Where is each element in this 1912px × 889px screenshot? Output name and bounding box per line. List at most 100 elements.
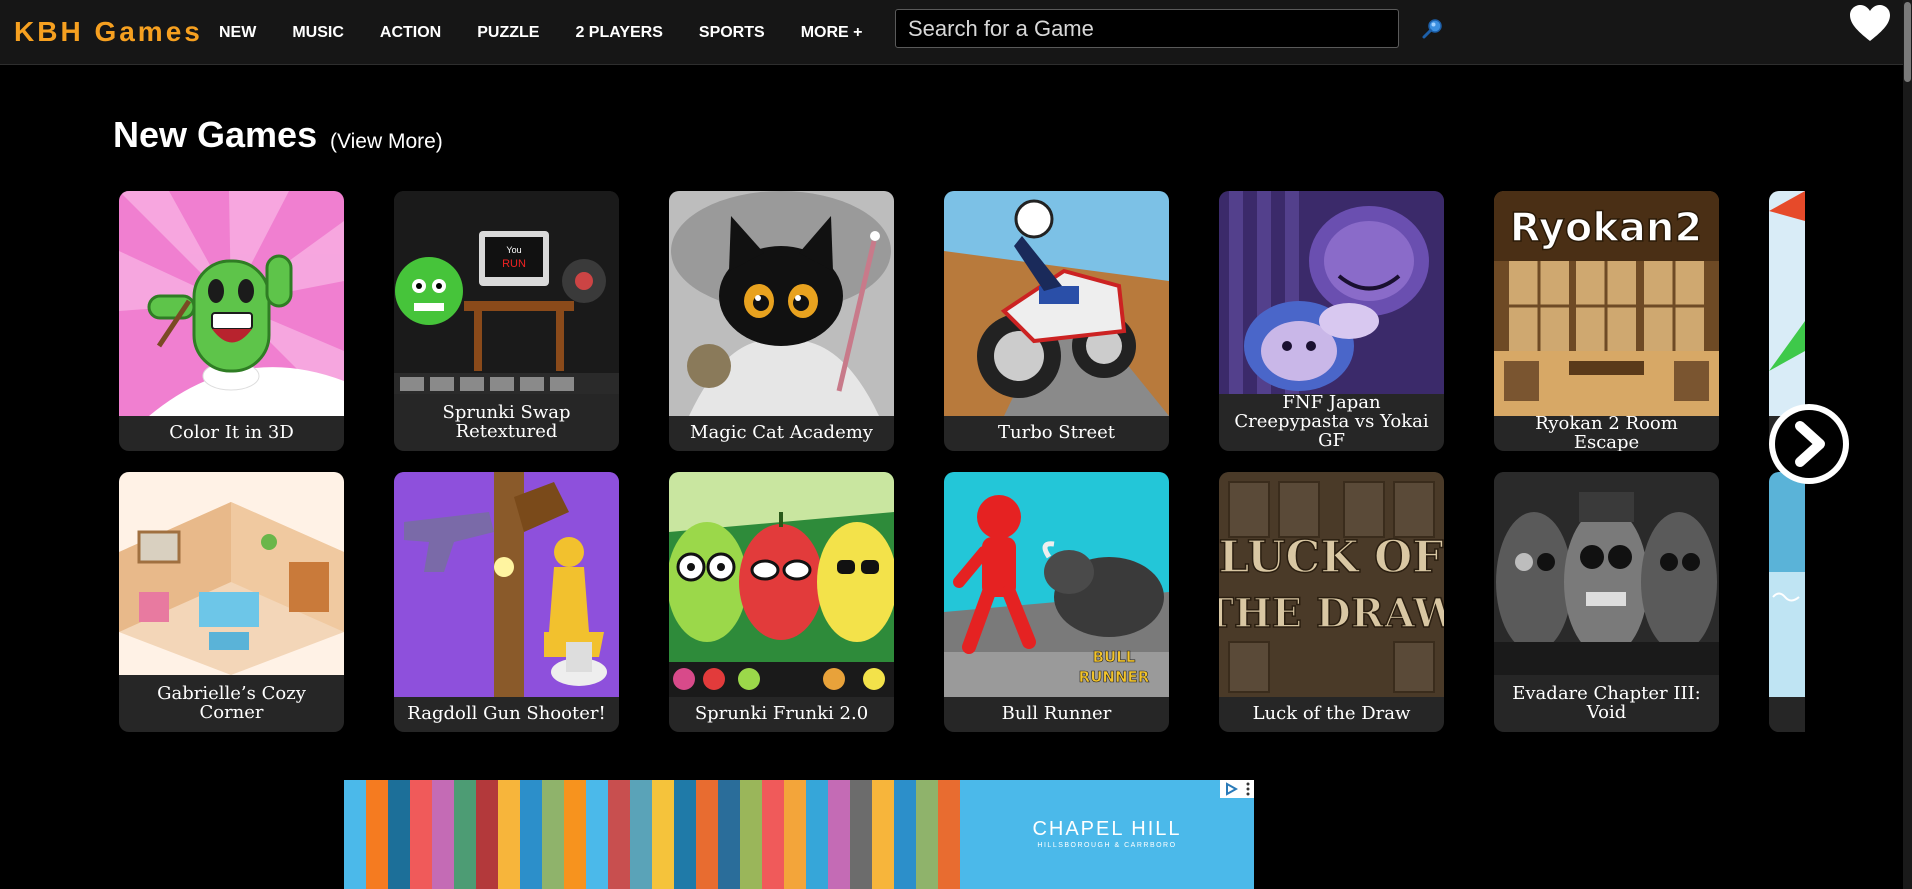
game-thumbnail: You RUN	[394, 191, 619, 394]
main-nav: NEW MUSIC ACTION PUZZLE 2 PLAYERS SPORTS…	[219, 24, 898, 42]
ad-stripe	[740, 780, 762, 889]
game-thumbnail	[119, 191, 344, 416]
ad-choices-button[interactable]	[1220, 780, 1254, 798]
nav-sports[interactable]: SPORTS	[699, 24, 765, 42]
ad-panel: CHAPEL HILL HILLSBOROUGH & CARRBORO	[960, 780, 1254, 889]
ad-stripe	[828, 780, 850, 889]
ad-stripe	[718, 780, 740, 889]
game-title: Luck of the Draw	[1252, 703, 1411, 725]
thumb-screen-text: RUN	[502, 258, 526, 270]
nav-action[interactable]: ACTION	[380, 24, 441, 42]
nav-puzzle[interactable]: PUZZLE	[477, 24, 539, 42]
ad-stripe	[454, 780, 476, 889]
ad-stripe	[784, 780, 806, 889]
ad-stripe	[410, 780, 432, 889]
ad-stripe	[344, 780, 366, 889]
ad-choices-icon	[1226, 782, 1238, 796]
game-card[interactable]: Sprunki Frunki 2.0	[669, 472, 894, 732]
ad-tagline: HILLSBOROUGH & CARRBORO	[1037, 842, 1177, 849]
game-card[interactable]: Color It in 3D	[119, 191, 344, 451]
search-icon	[1422, 19, 1442, 39]
game-thumbnail	[1494, 472, 1719, 675]
game-thumbnail	[394, 472, 619, 697]
search-button[interactable]	[1420, 16, 1446, 42]
game-card[interactable]: Magic Cat Academy	[669, 191, 894, 451]
game-title: Evadare Chapter III: Void	[1512, 682, 1701, 723]
game-card[interactable]: Evadare Chapter III: Void	[1494, 472, 1719, 732]
heart-icon	[1850, 5, 1890, 41]
top-navigation-bar: KBH Games NEW MUSIC ACTION PUZZLE 2 PLAY…	[0, 0, 1903, 65]
svg-text:THE DRAW: THE DRAW	[1219, 590, 1444, 637]
game-card[interactable]: LUCK OF THE DRAW Luck of the Draw	[1219, 472, 1444, 732]
ad-stripe	[652, 780, 674, 889]
game-title: Ryokan 2 Room Escape	[1535, 412, 1678, 451]
favorites-button[interactable]	[1848, 4, 1892, 44]
game-title: Sprunki Frunki 2.0	[694, 703, 869, 725]
page-scrollbar[interactable]	[1903, 0, 1912, 889]
game-thumbnail: LUCK OF THE DRAW	[1219, 472, 1444, 697]
svg-text:RUNNER: RUNNER	[1079, 668, 1150, 686]
ad-stripe	[938, 780, 960, 889]
ad-stripe	[872, 780, 894, 889]
ad-stripe	[608, 780, 630, 889]
ad-stripe	[916, 780, 938, 889]
ad-brand: CHAPEL HILL	[1032, 818, 1182, 840]
section-title: New Games	[113, 114, 318, 155]
view-more-link[interactable]: (View More)	[330, 130, 443, 154]
scrollbar-thumb[interactable]	[1904, 2, 1911, 82]
ad-stripe	[586, 780, 608, 889]
game-thumbnail: BULL RUNNER	[944, 472, 1169, 697]
game-card[interactable]: FNF Japan Creepypasta vs Yokai GF	[1219, 191, 1444, 451]
more-options-icon	[1246, 782, 1250, 796]
game-thumbnail	[1769, 472, 1805, 732]
game-title: Turbo Street	[998, 422, 1115, 444]
svg-text:You: You	[506, 245, 521, 255]
game-title: Magic Cat Academy	[690, 422, 873, 444]
ad-stripe	[432, 780, 454, 889]
game-title: Bull Runner	[1001, 703, 1112, 725]
ad-stripe	[630, 780, 652, 889]
ad-stripe	[674, 780, 696, 889]
svg-text:BULL: BULL	[1093, 648, 1136, 666]
svg-text:LUCK OF: LUCK OF	[1219, 532, 1444, 583]
nav-music[interactable]: MUSIC	[292, 24, 344, 42]
game-title: Color It in 3D	[169, 422, 294, 444]
ad-stripe	[476, 780, 498, 889]
game-card[interactable]: BULL RUNNER Bull Runner	[944, 472, 1169, 732]
chevron-right-icon	[1775, 410, 1843, 478]
game-card[interactable]: You RUN Sprunki Swap Retextured	[394, 191, 619, 451]
ad-stripe	[498, 780, 520, 889]
site-logo[interactable]: KBH Games	[14, 16, 203, 48]
new-games-carousel: Color It in 3D You RUN Sprunki Swap Rete…	[119, 191, 1805, 733]
game-thumbnail	[1769, 191, 1805, 416]
game-title: Sprunki Swap Retextured	[442, 401, 571, 442]
carousel-next-button[interactable]	[1769, 404, 1849, 484]
ad-stripe	[366, 780, 388, 889]
game-thumbnail	[669, 472, 894, 697]
ad-stripe	[564, 780, 586, 889]
game-thumbnail	[944, 191, 1169, 416]
ad-stripe	[806, 780, 828, 889]
ad-stripe	[762, 780, 784, 889]
ad-stripe	[850, 780, 872, 889]
game-thumbnail	[669, 191, 894, 416]
nav-new[interactable]: NEW	[219, 24, 256, 42]
game-card[interactable]: Ragdoll Gun Shooter!	[394, 472, 619, 732]
ad-stripe	[520, 780, 542, 889]
nav-2-players[interactable]: 2 PLAYERS	[575, 24, 662, 42]
game-card-partial[interactable]	[1769, 472, 1805, 732]
game-card[interactable]: Gabrielle’s Cozy Corner	[119, 472, 344, 732]
game-title: Gabrielle’s Cozy Corner	[157, 682, 306, 723]
game-card[interactable]: Turbo Street	[944, 191, 1169, 451]
ad-stripes	[344, 780, 960, 889]
game-thumbnail	[1219, 191, 1444, 394]
advertisement-banner[interactable]: CHAPEL HILL HILLSBOROUGH & CARRBORO	[344, 780, 1254, 889]
ad-stripe	[894, 780, 916, 889]
ad-stripe	[542, 780, 564, 889]
search-input[interactable]	[895, 9, 1399, 48]
game-card[interactable]: Ryokan2 Ryokan 2 Room Escape	[1494, 191, 1719, 451]
game-thumbnail	[119, 472, 344, 675]
game-title: FNF Japan Creepypasta vs Yokai GF	[1234, 392, 1429, 451]
ad-stripe	[388, 780, 410, 889]
nav-more[interactable]: MORE +	[801, 24, 863, 42]
